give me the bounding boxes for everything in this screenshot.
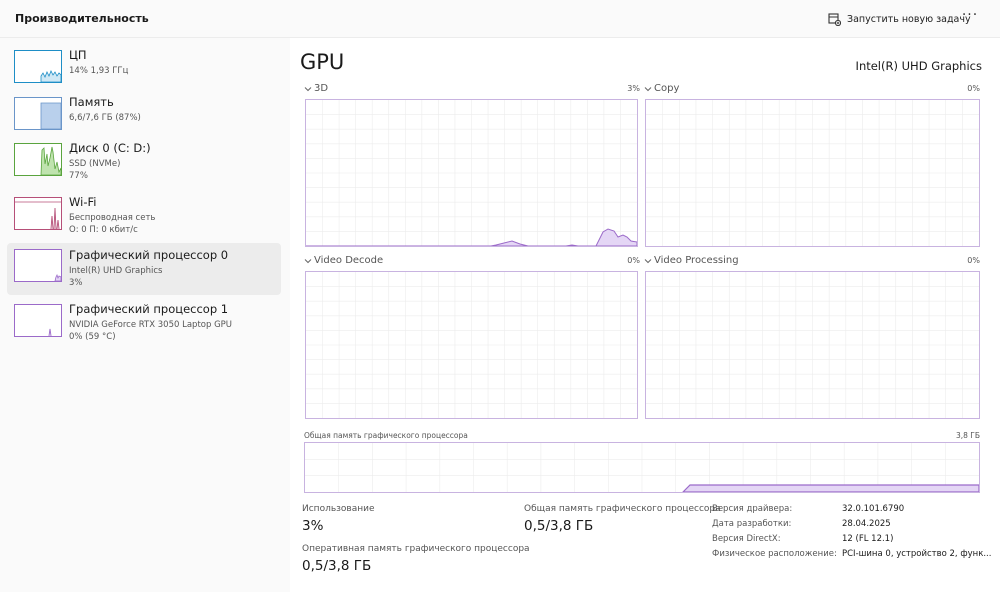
driver-version-label: Версия драйвера: [712, 504, 793, 514]
sidebar: ЦП 14% 1,93 ГГц Память 6,6/7,6 ГБ (87%) … [0, 38, 290, 592]
sidebar-item-wifi[interactable]: Wi-Fi Беспроводная сеть О: 0 П: 0 кбит/с [7, 193, 281, 245]
engine-copy-selector[interactable]: Copy [644, 83, 679, 94]
gpu1-thumbnail [14, 304, 62, 337]
graph-grid [306, 272, 637, 418]
shared-memory-graph-label: Общая память графического процессора [304, 431, 468, 440]
sidebar-item-subtitle: Беспроводная сеть [69, 213, 156, 223]
sidebar-item-subtitle: SSD (NVMe) [69, 159, 121, 169]
sidebar-item-detail: 0% (59 °C) [69, 332, 116, 342]
sidebar-item-subtitle: Intel(R) UHD Graphics [69, 266, 163, 276]
engine-video-decode-selector[interactable]: Video Decode [304, 255, 383, 266]
driver-date-label: Дата разработки: [712, 519, 792, 529]
engine-label: Video Decode [314, 255, 384, 266]
sidebar-item-disk[interactable]: Диск 0 (C: D:) SSD (NVMe) 77% [7, 139, 281, 191]
dedicated-memory-label: Оперативная память графического процессо… [302, 544, 530, 554]
memory-usage-line [682, 484, 979, 492]
usage-label: Использование [302, 504, 375, 514]
sidebar-item-title: ЦП [69, 48, 87, 62]
driver-date-value: 28.04.2025 [842, 519, 891, 529]
gpu-device-name: Intel(R) UHD Graphics [855, 59, 982, 73]
cpu-thumbnail [14, 50, 62, 83]
graph-grid [646, 272, 979, 418]
shared-memory-graph [304, 442, 980, 493]
title-bar: Производительность Запустить новую задач… [0, 0, 1000, 38]
chevron-down-icon [644, 258, 652, 263]
engine-3d-graph [305, 99, 638, 247]
chevron-down-icon [304, 258, 312, 263]
engine-video-processing-graph [645, 271, 980, 419]
sidebar-item-title: Память [69, 95, 114, 109]
directx-version-label: Версия DirectX: [712, 534, 781, 544]
sidebar-item-gpu0[interactable]: Графический процессор 0 Intel(R) UHD Gra… [7, 243, 281, 295]
graph-grid [646, 100, 979, 246]
sidebar-item-detail: О: 0 П: 0 кбит/с [69, 225, 138, 235]
engine-3d-selector[interactable]: 3D [304, 83, 328, 94]
sidebar-item-detail: 77% [69, 171, 88, 181]
memory-thumbnail [14, 97, 62, 130]
shared-memory-graph-max: 3,8 ГБ [955, 431, 980, 440]
physical-location-label: Физическое расположение: [712, 549, 837, 559]
engine-percent: 0% [967, 84, 980, 93]
sidebar-item-title: Графический процессор 1 [69, 302, 229, 316]
physical-location-value: PCI-шина 0, устройство 2, функ... [842, 549, 992, 559]
engine-video-processing-selector[interactable]: Video Processing [644, 255, 739, 266]
new-task-icon [828, 12, 841, 26]
disk-thumbnail [14, 143, 62, 176]
page-heading: GPU [300, 50, 345, 74]
engine-label: Video Processing [654, 255, 739, 266]
shared-memory-value: 0,5/3,8 ГБ [524, 518, 594, 534]
engine-label: 3D [314, 83, 329, 94]
sidebar-item-title: Wi-Fi [69, 195, 97, 209]
sidebar-item-title: Графический процессор 0 [69, 248, 229, 262]
sidebar-item-title: Диск 0 (C: D:) [69, 141, 151, 155]
engine-percent: 0% [627, 256, 640, 265]
wifi-thumbnail [14, 197, 62, 230]
sidebar-item-subtitle: 6,6/7,6 ГБ (87%) [69, 113, 141, 123]
engine-label: Copy [654, 83, 680, 94]
driver-version-value: 32.0.101.6790 [842, 504, 905, 514]
sidebar-item-cpu[interactable]: ЦП 14% 1,93 ГГц [7, 46, 281, 98]
page-title: Производительность [15, 12, 149, 25]
usage-value: 3% [302, 518, 324, 534]
engine-video-decode-header: Video Decode 0% [304, 255, 640, 267]
directx-version-value: 12 (FL 12.1) [842, 534, 894, 544]
engine-video-decode-graph [305, 271, 638, 419]
sidebar-item-gpu1[interactable]: Графический процессор 1 NVIDIA GeForce R… [7, 300, 281, 352]
engine-video-processing-header: Video Processing 0% [644, 255, 980, 267]
main-panel: GPU Intel(R) UHD Graphics 3D 3% Copy 0% … [290, 38, 1000, 592]
usage-line [306, 228, 637, 246]
sidebar-item-detail: 3% [69, 278, 83, 288]
engine-3d-header: 3D 3% [304, 83, 640, 95]
chevron-down-icon [304, 86, 312, 91]
run-new-task-button[interactable]: Запустить новую задачу [828, 10, 971, 28]
sidebar-item-subtitle: 14% 1,93 ГГц [69, 66, 129, 76]
engine-percent: 3% [627, 84, 640, 93]
more-options-button[interactable]: ··· [958, 8, 982, 28]
sidebar-item-memory[interactable]: Память 6,6/7,6 ГБ (87%) [7, 93, 281, 145]
chevron-down-icon [644, 86, 652, 91]
engine-percent: 0% [967, 256, 980, 265]
engine-copy-header: Copy 0% [644, 83, 980, 95]
engine-copy-graph [645, 99, 980, 247]
run-new-task-label: Запустить новую задачу [847, 13, 971, 25]
dedicated-memory-value: 0,5/3,8 ГБ [302, 558, 372, 574]
sidebar-item-subtitle: NVIDIA GeForce RTX 3050 Laptop GPU [69, 320, 233, 330]
gpu0-thumbnail [14, 249, 62, 282]
shared-memory-label: Общая память графического процессора [524, 504, 721, 514]
